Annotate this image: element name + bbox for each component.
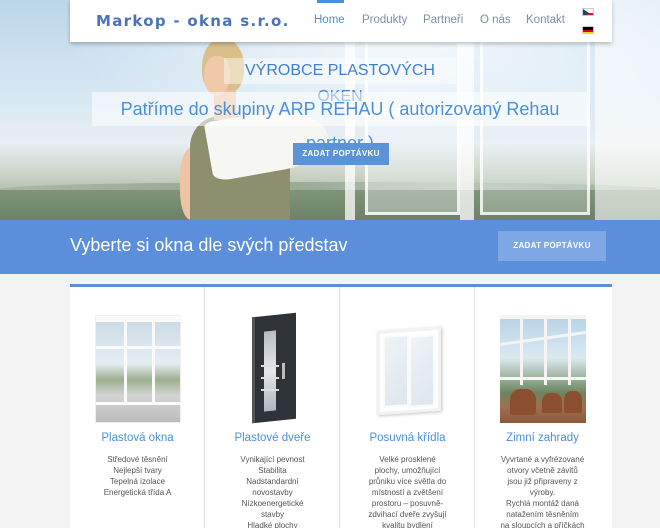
product-title[interactable]: Zimní zahrady xyxy=(475,432,610,444)
nav-item-produkty[interactable]: Produkty xyxy=(362,14,407,26)
hero-title: VÝROBCE PLASTOVÝCH OKEN xyxy=(224,58,456,105)
hero-window-pane xyxy=(480,40,590,215)
product-feature: zdvihací dveře zvyšují xyxy=(368,510,447,519)
product-feature: natažením těsněním xyxy=(506,510,579,519)
product-feature: Stabilita xyxy=(258,466,287,475)
product-description: Velké prosklené plochy, umožňující průni… xyxy=(348,454,467,528)
product-feature: otvory včetně závitů xyxy=(507,466,578,475)
product-description: Středové těsnění Nejlepší tvary Tepelná … xyxy=(78,454,197,498)
product-title[interactable]: Plastová okna xyxy=(70,432,205,444)
site-header: Markop - okna s.r.o. Home Produkty Partn… xyxy=(70,0,612,42)
product-feature: Hladké plochy xyxy=(247,521,298,528)
banner-heading: Vyberte si okna dle svých představ xyxy=(70,235,348,255)
product-card-conservatory[interactable]: Zimní zahrady Vyvrtané a vyfrézované otv… xyxy=(475,287,610,528)
product-description: Vynikající pevnost Stabilita Nadstandard… xyxy=(213,454,332,528)
product-feature: místností a zvětšení xyxy=(371,488,444,497)
hero-subtitle: Patříme do skupiny ARP REHAU ( autorizov… xyxy=(92,92,588,153)
german-flag-icon[interactable] xyxy=(582,26,594,34)
sliding-window-photo[interactable] xyxy=(365,315,451,423)
product-feature: Tepelná izolace xyxy=(109,477,166,486)
product-feature: kvalitu bydlení xyxy=(382,521,433,528)
conservatory-photo[interactable] xyxy=(500,315,586,423)
hero-request-button[interactable]: ZADAT POPTÁVKU xyxy=(293,143,389,165)
product-feature: Nízkoenergetické xyxy=(241,499,304,508)
product-feature: na sloupcích a příčkách xyxy=(500,521,585,528)
product-feature: Vyvrtané a vyfrézované xyxy=(500,455,585,464)
product-feature: jsou již připraveny z xyxy=(507,477,578,486)
product-feature: Nejlepší tvary xyxy=(113,466,162,475)
banner-request-button[interactable]: ZADAT POPTÁVKU xyxy=(498,231,606,261)
product-feature: průniku více světla do xyxy=(368,477,447,486)
product-card-sliding[interactable]: Posuvná křídla Velké prosklené plochy, u… xyxy=(340,287,475,528)
cta-banner: Vyberte si okna dle svých představ ZADAT… xyxy=(0,220,660,274)
product-feature: Vynikající pevnost xyxy=(240,455,305,464)
product-card-doors[interactable]: Plastové dveře Vynikající pevnost Stabil… xyxy=(205,287,340,528)
product-feature: Energetická třída A xyxy=(103,488,172,497)
product-description: Vyvrtané a vyfrézované otvory včetně záv… xyxy=(483,454,602,528)
nav-item-kontakt[interactable]: Kontakt xyxy=(526,14,565,26)
nav-item-partneri[interactable]: Partneři xyxy=(423,14,463,26)
nav-item-o-nas[interactable]: O nás xyxy=(480,14,511,26)
product-feature: Velké prosklené xyxy=(379,455,436,464)
nav-item-home[interactable]: Home xyxy=(314,14,345,26)
product-cards: Plastová okna Středové těsnění Nejlepší … xyxy=(70,284,612,528)
site-logo[interactable]: Markop - okna s.r.o. xyxy=(96,12,290,30)
product-feature: prostoru – posuvně- xyxy=(371,499,444,508)
product-feature: Středové těsnění xyxy=(107,455,168,464)
product-feature: novostavby xyxy=(252,488,293,497)
nav-active-indicator xyxy=(317,0,344,3)
czech-flag-icon[interactable] xyxy=(582,8,594,16)
product-card-windows[interactable]: Plastová okna Středové těsnění Nejlepší … xyxy=(70,287,205,528)
product-feature: plochy, umožňující xyxy=(374,466,441,475)
product-title[interactable]: Plastové dveře xyxy=(205,432,340,444)
product-feature: výroby. xyxy=(529,488,556,497)
windows-photo[interactable] xyxy=(95,315,182,423)
product-feature: Nadstandardní xyxy=(246,477,299,486)
product-title[interactable]: Posuvná křídla xyxy=(340,432,475,444)
door-photo[interactable] xyxy=(230,312,316,424)
product-feature: Rychlá montáž daná xyxy=(506,499,579,508)
product-feature: stavby xyxy=(260,510,285,519)
